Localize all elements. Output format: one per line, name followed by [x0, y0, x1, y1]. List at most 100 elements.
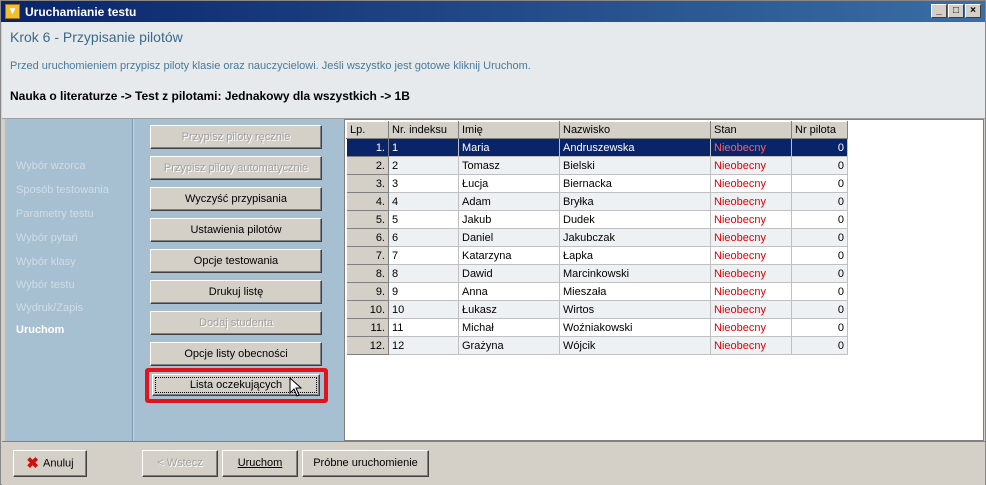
cell-nr-indeksu: 7: [388, 246, 459, 265]
table-row[interactable]: 1. 1 Maria Andruszewska Nieobecny 0: [346, 138, 848, 157]
cell-nr-pilota: 0: [791, 336, 848, 355]
table-row[interactable]: 12. 12 Grażyna Wójcik Nieobecny 0: [346, 336, 848, 355]
test-options-button[interactable]: Opcje testowania: [150, 249, 322, 273]
cell-nazwisko: Wójcik: [559, 336, 711, 355]
cell-nazwisko: Bryłka: [559, 192, 711, 211]
cell-nr-pilota: 0: [791, 210, 848, 229]
cell-stan: Nieobecny: [710, 282, 792, 301]
cell-nr-pilota: 0: [791, 282, 848, 301]
assign-manual-button[interactable]: Przypisz piloty ręcznie: [150, 125, 322, 149]
mouse-cursor-icon: [289, 377, 303, 397]
column-header-lp[interactable]: Lp.: [346, 121, 389, 139]
step-title: Krok 6 - Przypisanie pilotów: [10, 29, 183, 45]
main-window: ▼ Uruchamianie testu _ □ × Krok 6 - Przy…: [0, 0, 986, 485]
cell-imie: Grażyna: [458, 336, 560, 355]
title-bar[interactable]: ▼ Uruchamianie testu _ □ ×: [1, 1, 985, 22]
cell-lp: 12.: [346, 336, 389, 355]
cell-stan: Nieobecny: [710, 246, 792, 265]
table-row[interactable]: 9. 9 Anna Mieszała Nieobecny 0: [346, 282, 848, 301]
cell-imie: Daniel: [458, 228, 560, 247]
table-row[interactable]: 2. 2 Tomasz Bielski Nieobecny 0: [346, 156, 848, 175]
cancel-button[interactable]: ✖ Anuluj: [13, 450, 87, 477]
cell-lp: 2.: [346, 156, 389, 175]
print-list-button[interactable]: Drukuj listę: [150, 280, 322, 304]
column-header-nr-indeksu[interactable]: Nr. indeksu: [388, 121, 459, 139]
cell-nr-pilota: 0: [791, 138, 848, 157]
table-body: 1. 1 Maria Andruszewska Nieobecny 0 2. 2 Tomasz B…: [346, 138, 848, 355]
cell-imie: Maria: [458, 138, 560, 157]
app-logo-icon: ▼: [5, 4, 20, 19]
cell-nr-indeksu: 1: [388, 138, 459, 157]
nav-item-wybor-klasy: Wybór klasy: [16, 256, 76, 268]
cell-imie: Jakub: [458, 210, 560, 229]
cell-imie: Anna: [458, 282, 560, 301]
table-row[interactable]: 8. 8 Dawid Marcinkowski Nieobecny 0: [346, 264, 848, 283]
cell-nr-indeksu: 12: [388, 336, 459, 355]
table-header-row: Lp. Nr. indeksu Imię Nazwisko Stan Nr pi…: [346, 121, 848, 139]
add-student-button[interactable]: Dodaj studenta: [150, 311, 322, 335]
cell-nr-indeksu: 11: [388, 318, 459, 337]
cell-nr-pilota: 0: [791, 156, 848, 175]
cell-nazwisko: Bielski: [559, 156, 711, 175]
step-description: Przed uruchomieniem przypisz piloty klas…: [10, 60, 531, 72]
clear-assignments-button[interactable]: Wyczyść przypisania: [150, 187, 322, 211]
minimize-button[interactable]: _: [931, 4, 947, 18]
column-header-nazwisko[interactable]: Nazwisko: [559, 121, 711, 139]
column-header-imie[interactable]: Imię: [458, 121, 560, 139]
cell-lp: 6.: [346, 228, 389, 247]
nav-item-wybor-pytan: Wybór pytań: [16, 232, 78, 244]
column-header-stan[interactable]: Stan: [710, 121, 792, 139]
cell-nr-pilota: 0: [791, 264, 848, 283]
cell-imie: Adam: [458, 192, 560, 211]
students-table: Lp. Nr. indeksu Imię Nazwisko Stan Nr pi…: [346, 121, 848, 355]
cell-imie: Dawid: [458, 264, 560, 283]
cell-lp: 4.: [346, 192, 389, 211]
nav-item-parametry-testu: Parametry testu: [16, 208, 94, 220]
back-button[interactable]: < Wstecz: [142, 450, 218, 477]
cell-stan: Nieobecny: [710, 156, 792, 175]
close-button[interactable]: ×: [965, 4, 981, 18]
cell-nr-pilota: 0: [791, 228, 848, 247]
table-row[interactable]: 11. 11 Michał Woźniakowski Nieobecny 0: [346, 318, 848, 337]
students-grid[interactable]: Lp. Nr. indeksu Imię Nazwisko Stan Nr pi…: [344, 119, 984, 441]
pilot-settings-button[interactable]: Ustawienia pilotów: [150, 218, 322, 242]
maximize-button[interactable]: □: [948, 4, 964, 18]
table-row[interactable]: 5. 5 Jakub Dudek Nieobecny 0: [346, 210, 848, 229]
cell-nazwisko: Jakubczak: [559, 228, 711, 247]
table-row[interactable]: 4. 4 Adam Bryłka Nieobecny 0: [346, 192, 848, 211]
cell-lp: 5.: [346, 210, 389, 229]
cell-nazwisko: Mieszała: [559, 282, 711, 301]
cell-nr-indeksu: 5: [388, 210, 459, 229]
cell-imie: Łukasz: [458, 300, 560, 319]
trial-run-button[interactable]: Próbne uruchomienie: [302, 450, 429, 477]
cell-imie: Tomasz: [458, 156, 560, 175]
table-row[interactable]: 10. 10 Łukasz Wirtos Nieobecny 0: [346, 300, 848, 319]
cell-nazwisko: Wirtos: [559, 300, 711, 319]
table-row[interactable]: 7. 7 Katarzyna Łapka Nieobecny 0: [346, 246, 848, 265]
table-row[interactable]: 3. 3 Łucja Biernacka Nieobecny 0: [346, 174, 848, 193]
nav-item-wybor-wzorca: Wybór wzorca: [16, 160, 86, 172]
cancel-label: Anuluj: [43, 457, 74, 470]
column-header-nr-pilota[interactable]: Nr pilota: [791, 121, 848, 139]
cell-imie: Michał: [458, 318, 560, 337]
cell-stan: Nieobecny: [710, 192, 792, 211]
assign-auto-button[interactable]: Przypisz piloty automatycznie: [150, 156, 322, 180]
cell-lp: 8.: [346, 264, 389, 283]
step-header: Krok 6 - Przypisanie pilotów Przed uruch…: [2, 22, 985, 119]
cancel-x-icon: ✖: [26, 455, 39, 472]
nav-item-wydruk-zapis: Wydruk/Zapis: [16, 302, 84, 314]
cell-nazwisko: Woźniakowski: [559, 318, 711, 337]
cell-stan: Nieobecny: [710, 174, 792, 193]
cell-lp: 1.: [346, 138, 389, 157]
table-row[interactable]: 6. 6 Daniel Jakubczak Nieobecny 0: [346, 228, 848, 247]
cell-nazwisko: Andruszewska: [559, 138, 711, 157]
run-button[interactable]: Uruchom: [222, 450, 298, 477]
cell-imie: Katarzyna: [458, 246, 560, 265]
attendance-options-button[interactable]: Opcje listy obecności: [150, 342, 322, 366]
cell-nr-pilota: 0: [791, 174, 848, 193]
cell-nr-indeksu: 8: [388, 264, 459, 283]
breadcrumb: Nauka o literaturze -> Test z pilotami: …: [10, 89, 410, 103]
cell-stan: Nieobecny: [710, 210, 792, 229]
cell-nr-pilota: 0: [791, 192, 848, 211]
cell-nr-indeksu: 2: [388, 156, 459, 175]
